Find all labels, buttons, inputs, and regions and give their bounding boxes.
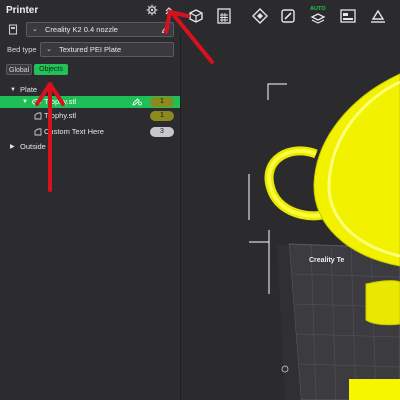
- edit-icon[interactable]: [161, 25, 170, 34]
- erase-icon[interactable]: [368, 6, 388, 26]
- split-icon[interactable]: [338, 6, 358, 26]
- chevron-down-icon: ⌄: [46, 46, 52, 53]
- printer-icon: [8, 24, 18, 35]
- grid-icon[interactable]: [214, 6, 234, 26]
- object-count-badge: 1: [150, 97, 174, 107]
- expand-arrow-icon[interactable]: ▼: [22, 96, 28, 108]
- top-toolbar: AUTO: [180, 0, 400, 34]
- gear-icon[interactable]: [146, 4, 158, 16]
- auto-label: AUTO: [310, 6, 326, 12]
- expand-arrow-icon[interactable]: ▶: [10, 141, 15, 153]
- printer-title: Printer: [6, 5, 39, 16]
- tab-objects[interactable]: Objects: [34, 64, 68, 75]
- printer-select[interactable]: ⌄ Creality K2 0.4 nozzle: [26, 22, 174, 37]
- outside-label: Outside: [20, 142, 46, 151]
- trophy-base: [365, 280, 400, 326]
- part-name: Trophy.stl: [44, 111, 77, 120]
- eye-icon[interactable]: [32, 99, 41, 105]
- left-panel: Printer ⌄ Creality K2 0.4 nozzle Bed typ…: [0, 0, 181, 400]
- text-count-badge: 3: [150, 127, 174, 137]
- tree-outside-row[interactable]: ▶ Outside: [0, 141, 180, 153]
- trophy-plinth: [349, 379, 400, 400]
- object-name: Trophy.stl: [44, 97, 77, 106]
- bed-type-label: Bed type: [7, 45, 37, 54]
- scene-svg: Creality Te: [248, 73, 400, 400]
- plate-label: Plate: [20, 85, 38, 94]
- expand-arrow-icon[interactable]: ▼: [10, 84, 16, 96]
- printer-row: ⌄ Creality K2 0.4 nozzle: [4, 22, 176, 38]
- arrange-icon[interactable]: [278, 6, 298, 26]
- collapse-icon[interactable]: [163, 4, 175, 16]
- edit-object-icon[interactable]: [132, 98, 142, 106]
- box-icon[interactable]: [186, 6, 206, 26]
- tree-text-row[interactable]: Custom Text Here 3: [0, 126, 180, 138]
- bed-row: Bed type ⌄ Textured PEI Plate: [4, 42, 176, 58]
- printer-select-value: Creality K2 0.4 nozzle: [45, 25, 118, 34]
- text-part-icon: [34, 128, 42, 136]
- chevron-down-icon: ⌄: [32, 26, 38, 33]
- printer-header: Printer: [0, 0, 180, 22]
- tab-global[interactable]: Global: [6, 64, 32, 75]
- plate-label: Creality Te: [309, 257, 344, 264]
- bed-type-value: Textured PEI Plate: [59, 45, 122, 54]
- tree-object-row[interactable]: ▼ Trophy.stl 1: [0, 96, 180, 108]
- text-name: Custom Text Here: [44, 127, 104, 136]
- tree-plate-row[interactable]: ▼ Plate: [0, 84, 180, 96]
- 3d-viewport[interactable]: Creality Te: [181, 34, 400, 400]
- orient-icon[interactable]: [250, 6, 270, 26]
- part-count-badge: 1: [150, 111, 174, 121]
- part-icon: [34, 112, 42, 120]
- tree-part-row[interactable]: Trophy.stl 1: [0, 110, 180, 122]
- bed-type-select[interactable]: ⌄ Textured PEI Plate: [40, 42, 174, 57]
